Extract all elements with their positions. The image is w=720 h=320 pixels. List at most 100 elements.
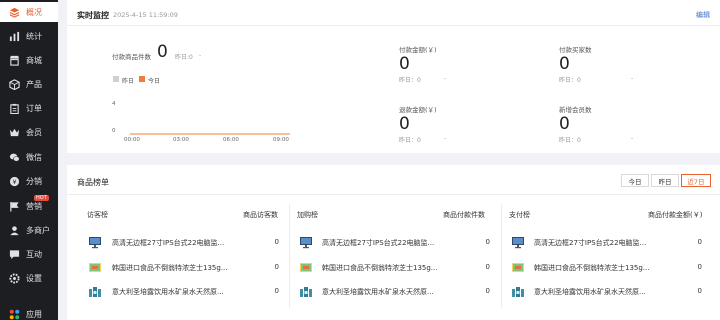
sidebar-item-label: 互动 [26, 249, 42, 259]
chat-icon [9, 249, 20, 260]
metric-value: 0 [559, 54, 570, 74]
sidebar-item-interaction[interactable]: 互动 [0, 244, 58, 264]
product-name: 意大利圣培露饮用水矿泉水天然原... [322, 288, 434, 296]
bar-chart-icon [9, 31, 20, 42]
metric-value: 0 [559, 114, 570, 134]
sidebar-item-marketing[interactable]: 营销 HOT [0, 195, 58, 216]
column-separator [289, 204, 290, 308]
metric-value: 0 [399, 54, 410, 74]
product-thumbnail [512, 287, 524, 297]
rank-value: 0 [697, 263, 702, 271]
rank-value: 0 [485, 287, 490, 295]
visitor-rank-metric: 商品访客数 [243, 211, 278, 219]
product-thumbnail [512, 237, 524, 249]
sidebar-item-label: 统计 [26, 31, 42, 41]
box-icon [9, 78, 20, 90]
sidebar-item-wechat[interactable]: 微信 [0, 147, 58, 167]
metric-dash: - [444, 75, 447, 82]
product-thumbnail [300, 237, 312, 249]
sidebar-item-mall[interactable]: 商城 [0, 50, 58, 70]
metric-yesterday: 昨日：0 [399, 137, 421, 144]
product-name: 韩国进口食品不倒翁特浓芝士135g... [534, 264, 650, 272]
sidebar-item-overview[interactable]: 概况 [0, 2, 58, 22]
product-name: 韩国进口食品不倒翁特浓芝士135g... [112, 264, 228, 272]
clipboard-icon [9, 103, 20, 114]
rank-value: 0 [274, 263, 279, 271]
metric-label: 退款金额(￥) [399, 106, 437, 114]
metric-dash: - [631, 75, 634, 82]
sidebar-item-label: 多商户 [26, 225, 50, 235]
ranking-divider [67, 194, 720, 195]
paid-items-label: 付款商品件数 [112, 53, 151, 61]
sidebar-item-label: 营销 [26, 201, 42, 211]
range-7days-button[interactable]: 近7日 [681, 174, 711, 187]
product-name: 意大利圣培露饮用水矿泉水天然原... [534, 288, 646, 296]
sidebar-item-label: 分销 [26, 176, 42, 186]
sidebar-item-settings[interactable]: 设置 [0, 268, 58, 288]
sidebar-item-label: 设置 [26, 273, 42, 283]
trend-chart [130, 133, 290, 135]
metric-yesterday: 昨日：0 [559, 77, 581, 84]
product-thumbnail [89, 263, 101, 272]
cart-rank-title: 加购榜 [297, 211, 318, 219]
product-thumbnail [300, 263, 312, 272]
metric-yesterday: 昨日：0 [399, 77, 421, 84]
sidebar-item-label: 概况 [26, 7, 42, 17]
sidebar-item-label: 微信 [26, 152, 42, 162]
pay-rank-metric: 商品付款金额(￥) [648, 211, 703, 219]
flag-icon [9, 201, 20, 212]
distribution-icon: ¥ [9, 176, 20, 187]
sidebar-item-members[interactable]: 会员 [0, 122, 58, 142]
wechat-icon [9, 152, 20, 163]
metric-yesterday: 昨日：0 [559, 137, 581, 144]
sidebar-item-label: 订单 [26, 103, 42, 113]
sidebar-item-apps[interactable]: 应用 [0, 304, 58, 320]
metric-dash: - [444, 135, 447, 142]
visitor-rank-title: 访客榜 [87, 211, 108, 219]
settings-icon [9, 272, 20, 284]
sidebar: 概况 统计 商城 产品 订单 会员 微信 ¥ 分销 营销 HOT 多商户 互动 [0, 0, 58, 320]
store-icon [9, 55, 20, 66]
pay-rank-title: 支付榜 [509, 211, 530, 219]
merchant-icon [9, 225, 20, 236]
product-name: 意大利圣培露饮用水矿泉水天然原... [112, 288, 224, 296]
monitor-divider [67, 25, 720, 26]
monitor-title: 实时监控 [77, 11, 109, 20]
svg-text:¥: ¥ [12, 177, 16, 185]
paid-items-yesterday: 昨日:0 [175, 54, 193, 61]
product-name: 韩国进口食品不倒翁特浓芝士135g... [322, 264, 438, 272]
edit-button[interactable]: 编辑 [696, 10, 710, 20]
range-yesterday-button[interactable]: 昨日 [651, 174, 679, 187]
sidebar-item-stats[interactable]: 统计 [0, 26, 58, 46]
sidebar-item-distribution[interactable]: ¥ 分销 [0, 171, 58, 191]
product-thumbnail [300, 287, 312, 297]
rank-value: 0 [485, 238, 490, 246]
sidebar-item-products[interactable]: 产品 [0, 74, 58, 94]
range-today-button[interactable]: 今日 [621, 174, 649, 187]
sidebar-item-orders[interactable]: 订单 [0, 98, 58, 118]
rank-value: 0 [697, 287, 702, 295]
sidebar-item-multi-merchant[interactable]: 多商户 [0, 220, 58, 240]
legend-today-label[interactable]: 今日 [148, 76, 160, 85]
cart-rank-metric: 商品付款件数 [443, 211, 485, 219]
rank-value: 0 [697, 238, 702, 246]
product-name: 高清无边框27寸IPS台式22电脑监... [112, 239, 225, 247]
y-tick-label: 4 [112, 101, 116, 107]
product-thumbnail [89, 287, 101, 297]
metric-label: 新增会员数 [559, 106, 592, 114]
sidebar-item-label: 会员 [26, 127, 42, 137]
paid-items-dash: - [199, 52, 202, 59]
y-tick-label: 0 [112, 128, 116, 134]
sidebar-item-label: 商城 [26, 55, 42, 65]
product-name: 高清无边框27寸IPS台式22电脑监... [534, 239, 647, 247]
product-name: 高清无边框27寸IPS台式22电脑监... [322, 239, 435, 247]
legend-yesterday-label[interactable]: 昨日 [122, 76, 134, 85]
product-thumbnail [512, 263, 524, 272]
layers-icon [9, 7, 20, 18]
apps-icon [9, 309, 20, 320]
sidebar-item-label: 产品 [26, 79, 42, 89]
rank-value: 0 [485, 263, 490, 271]
hot-badge: HOT [34, 195, 49, 201]
paid-items-value: 0 [157, 42, 168, 62]
metric-dash: - [631, 135, 634, 142]
